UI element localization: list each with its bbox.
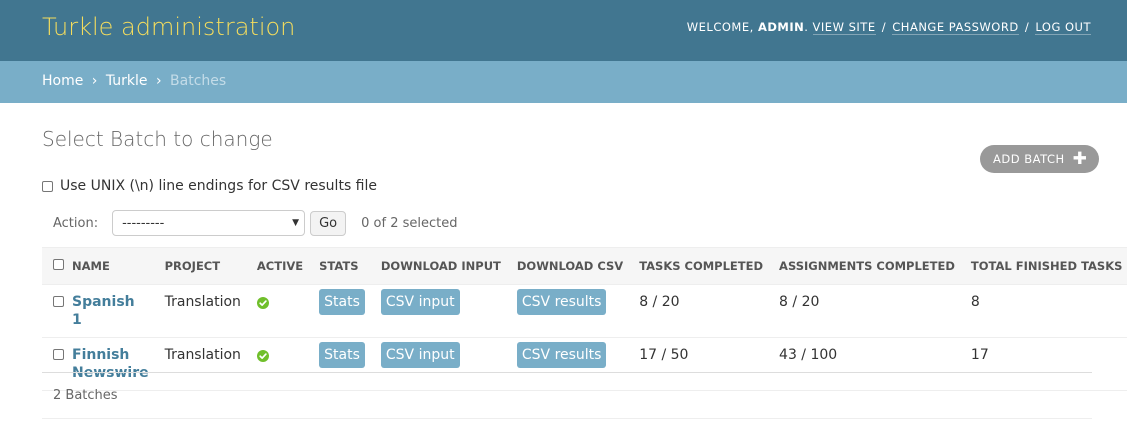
change-password-link[interactable]: Change password — [892, 20, 1019, 35]
breadcrumb-separator: › — [155, 73, 162, 89]
project-cell: Translation — [156, 284, 249, 338]
header: Turkle administration Welcome, admin. Vi… — [0, 0, 1127, 61]
site-branding[interactable]: Turkle administration — [42, 13, 295, 41]
action-label: Action: — [53, 215, 99, 231]
welcome-period: . — [804, 20, 809, 34]
check-circle-icon — [256, 297, 269, 309]
table-header-row: Name Project Active Stats Download input… — [42, 247, 1127, 285]
unix-line-endings-option: Use UNIX (\n) line endings for CSV resul… — [42, 178, 377, 194]
user-tools-separator: / — [1024, 20, 1030, 34]
user-tools: Welcome, admin. View site / Change passw… — [686, 20, 1091, 35]
csv-input-button[interactable]: CSV input — [380, 289, 460, 315]
table-row: Spanish 1 Translation Stats CSV input CS… — [42, 284, 1127, 338]
actions-bar: Action: --------- ▼ Go 0 of 2 selected — [53, 210, 457, 236]
user-tools-separator: / — [881, 20, 887, 34]
csv-results-button[interactable]: CSV results — [516, 342, 607, 368]
go-button[interactable]: Go — [310, 210, 347, 236]
username: admin — [757, 20, 805, 34]
select-all-header — [42, 247, 64, 285]
column-header-active[interactable]: Active — [248, 247, 312, 285]
check-circle-icon — [256, 350, 269, 362]
stats-button[interactable]: Stats — [319, 289, 365, 315]
unix-line-endings-checkbox[interactable] — [42, 180, 53, 192]
unix-line-endings-label[interactable]: Use UNIX (\n) line endings for CSV resul… — [60, 178, 377, 194]
assignments-completed-cell: 8 / 20 — [771, 284, 963, 338]
active-cell — [248, 284, 312, 338]
stats-cell: Stats — [311, 284, 373, 338]
row-checkbox[interactable] — [53, 296, 64, 307]
column-header-total-finished-tasks: Total finished tasks — [962, 247, 1127, 285]
selected-count: 0 of 2 selected — [361, 215, 458, 231]
select-all-checkbox[interactable] — [53, 259, 64, 270]
action-select-value: --------- — [122, 215, 165, 231]
column-header-tasks-completed: Tasks completed — [631, 247, 772, 285]
stats-button[interactable]: Stats — [319, 342, 365, 368]
plus-icon: ✚ — [1072, 148, 1088, 169]
page-title: Select Batch to change — [42, 127, 273, 151]
column-header-assignments-completed: Assignments completed — [771, 247, 963, 285]
row-select-cell — [42, 284, 64, 338]
csv-results-button[interactable]: CSV results — [516, 289, 607, 315]
add-batch-button[interactable]: Add Batch ✚ — [980, 145, 1100, 173]
csv-input-button[interactable]: CSV input — [380, 342, 460, 368]
results-table: Name Project Active Stats Download input… — [42, 247, 1127, 391]
breadcrumb: Home › Turkle › Batches — [0, 61, 1127, 103]
tasks-completed-cell: 8 / 20 — [631, 284, 772, 338]
chevron-down-icon: ▼ — [292, 218, 300, 228]
column-header-download-csv: Download CSV — [508, 247, 632, 285]
breadcrumb-turkle[interactable]: Turkle — [106, 73, 148, 89]
column-header-stats: Stats — [311, 247, 373, 285]
download-input-cell: CSV input — [372, 284, 509, 338]
column-header-project[interactable]: Project — [156, 247, 249, 285]
add-batch-label: Add Batch — [993, 152, 1065, 166]
paginator: 2 Batches — [42, 372, 1092, 419]
row-checkbox[interactable] — [53, 349, 64, 360]
view-site-link[interactable]: View site — [812, 20, 876, 35]
breadcrumb-separator: › — [91, 73, 98, 89]
welcome-text: Welcome, — [686, 20, 754, 34]
breadcrumb-current: Batches — [170, 73, 227, 89]
batch-name-link[interactable]: Spanish 1 — [72, 293, 149, 329]
breadcrumb-home[interactable]: Home — [42, 73, 83, 89]
column-header-name[interactable]: Name — [64, 247, 157, 285]
download-csv-cell: CSV results — [508, 284, 632, 338]
batch-name-cell: Spanish 1 — [64, 284, 157, 338]
log-out-link[interactable]: Log out — [1035, 20, 1091, 35]
column-header-download-input: Download input — [372, 247, 509, 285]
action-select[interactable]: --------- ▼ — [112, 210, 306, 236]
total-finished-cell: 8 — [962, 284, 1127, 338]
